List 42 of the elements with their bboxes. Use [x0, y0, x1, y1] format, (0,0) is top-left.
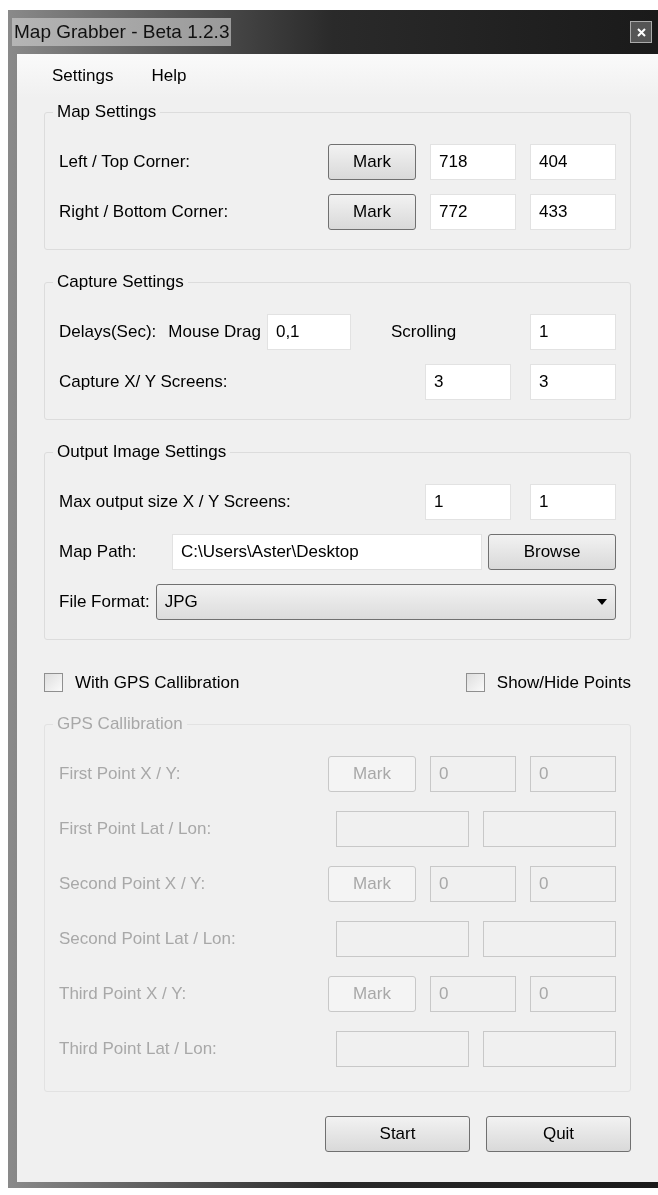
mark-button[interactable]: Mark — [328, 194, 416, 230]
field-label: Third Point X / Y: — [59, 982, 187, 1005]
action-button[interactable]: Quit — [486, 1115, 631, 1152]
field-label: Left / Top Corner: — [59, 151, 191, 174]
input-field[interactable]: 718 — [430, 144, 516, 180]
checkbox-label: With GPS Callibration — [75, 672, 240, 694]
checkbox-label: Show/Hide Points — [496, 672, 631, 694]
field-label: Right / Bottom Corner: — [59, 201, 229, 224]
browse-button[interactable]: Browse — [488, 534, 616, 570]
close-button[interactable] — [630, 21, 652, 43]
close-icon — [636, 27, 646, 37]
input-field[interactable]: 404 — [530, 144, 616, 180]
format-dropdown[interactable]: JPG — [155, 584, 616, 620]
input-field[interactable]: 433 — [530, 194, 616, 230]
input-field[interactable]: 3 — [530, 364, 616, 400]
field-label: File Format: — [59, 591, 150, 614]
field-label: Delays(Sec): — [59, 321, 157, 344]
field-label: Mouse Drag — [168, 321, 261, 344]
field-label: First Point X / Y: — [59, 762, 181, 785]
field-label: Max output size X / Y Screens: — [59, 491, 291, 514]
input-field[interactable]: C:\Users\Aster\Desktop — [172, 534, 482, 570]
menu-item[interactable]: Help — [151, 63, 187, 89]
field-label: First Point Lat / Lon: — [59, 817, 212, 840]
checkbox[interactable] — [44, 673, 63, 693]
field-label: Scrolling — [390, 321, 457, 344]
input-field[interactable]: 772 — [430, 194, 516, 230]
input-field[interactable]: 1 — [530, 314, 616, 350]
window-title: Map Grabber - Beta 1.2.3 — [12, 17, 232, 47]
field-label: Third Point Lat / Lon: — [59, 1037, 217, 1060]
input-field[interactable]: 1 — [530, 484, 616, 520]
dropdown-arrow-icon — [597, 599, 607, 605]
mark-button[interactable]: Mark — [328, 144, 416, 180]
field-label: Second Point X / Y: — [59, 872, 206, 895]
input-field[interactable]: 0,1 — [266, 314, 351, 350]
checkbox[interactable] — [465, 673, 485, 693]
input-field[interactable]: 1 — [425, 484, 511, 520]
action-button[interactable]: Start — [325, 1115, 470, 1152]
input-field[interactable]: 3 — [425, 364, 511, 400]
field-label: Capture X/ Y Screens: — [59, 371, 228, 394]
menu-item[interactable]: Settings — [52, 63, 114, 89]
field-label: Second Point Lat / Lon: — [59, 927, 236, 950]
field-label: Map Path: — [59, 541, 137, 564]
